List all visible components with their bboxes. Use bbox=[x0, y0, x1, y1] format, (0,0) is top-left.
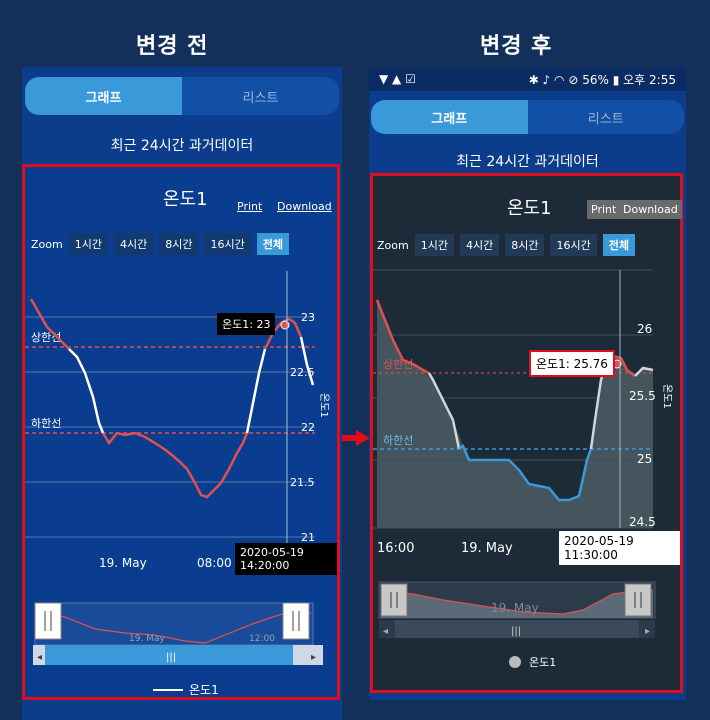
ampm-text: 오후 bbox=[623, 72, 646, 87]
tab-list[interactable]: 리스트 bbox=[527, 100, 684, 134]
scroll-right-icon[interactable]: ▸ bbox=[645, 626, 650, 637]
view-tabs: 그래프 리스트 bbox=[371, 100, 684, 134]
before-chart-svg: 상한선 하한선 23 22.5 22 21.5 21 온도1 19. May 0… bbox=[25, 271, 330, 665]
scroll-left-icon[interactable]: ◂ bbox=[383, 626, 388, 637]
after-value-tooltip: 온도1: 25.76 bbox=[529, 350, 615, 377]
view-tabs: 그래프 리스트 bbox=[25, 77, 339, 115]
navigator-right-handle[interactable] bbox=[624, 583, 652, 617]
zoom-bar: Zoom 1시간 4시간 8시간 16시간 전체 bbox=[377, 234, 635, 256]
series-area bbox=[377, 300, 653, 528]
y-tick: 26 bbox=[637, 322, 652, 336]
y-tick: 25.5 bbox=[629, 389, 656, 403]
battery-icon: ▮ bbox=[612, 72, 620, 87]
zoom-1h-button[interactable]: 1시간 bbox=[68, 233, 108, 255]
scroll-right-icon[interactable]: ▸ bbox=[311, 652, 316, 663]
zoom-16h-button[interactable]: 16시간 bbox=[550, 234, 597, 256]
zoom-bar: Zoom 1시간 4시간 8시간 16시간 전체 bbox=[31, 233, 289, 255]
tab-list[interactable]: 리스트 bbox=[182, 77, 339, 115]
notification-icons: ▼ ▲ ☑ bbox=[379, 72, 416, 86]
scroll-left-icon[interactable]: ◂ bbox=[37, 652, 42, 663]
legend-label: 온도1 bbox=[529, 656, 557, 669]
series-normal-1 bbox=[68, 348, 105, 434]
zoom-4h-button[interactable]: 4시간 bbox=[113, 233, 154, 255]
after-legend[interactable]: 온도1 bbox=[509, 654, 556, 670]
status-right: ✱ ♪ ◠ ⊘ 56% ▮ 오후 2:55 bbox=[529, 71, 676, 88]
before-value-tooltip: 온도1: 23 bbox=[217, 313, 276, 335]
legend-line-icon bbox=[153, 688, 183, 691]
legend-dot-icon bbox=[509, 656, 521, 668]
navigator-left-handle[interactable] bbox=[34, 602, 62, 640]
tab-graph[interactable]: 그래프 bbox=[25, 77, 182, 115]
status-bar: ▼ ▲ ☑ ✱ ♪ ◠ ⊘ 56% ▮ 오후 2:55 bbox=[369, 67, 686, 91]
after-time-tooltip: 2020-05-19 11:30:00 bbox=[559, 531, 680, 565]
zoom-all-button[interactable]: 전체 bbox=[256, 233, 289, 255]
x-tick: 08:00 bbox=[197, 556, 232, 570]
scrollbar-grip-icon: ||| bbox=[511, 626, 521, 637]
download-link[interactable]: Download bbox=[277, 200, 332, 213]
download-button[interactable]: Download bbox=[619, 200, 682, 219]
scrollbar-grip-icon: ||| bbox=[166, 652, 176, 663]
zoom-1h-button[interactable]: 1시간 bbox=[414, 234, 454, 256]
x-tick: 19. May bbox=[461, 541, 513, 556]
before-time-tooltip: 2020-05-19 14:20:00 bbox=[235, 543, 337, 575]
navigator-left-handle[interactable] bbox=[380, 583, 408, 617]
after-chart-panel: 온도1 Print Download Zoom 1시간 4시간 8시간 16시간… bbox=[370, 173, 683, 693]
x-tick: 16:00 bbox=[377, 541, 414, 556]
arrow-right-icon bbox=[342, 430, 370, 446]
chart-title: 온도1 bbox=[163, 189, 208, 210]
x-tick: 19. May bbox=[99, 556, 147, 570]
battery-text: 56% bbox=[582, 72, 609, 87]
upper-limit-label: 상한선 bbox=[383, 358, 413, 371]
lower-limit-label: 하한선 bbox=[31, 416, 61, 430]
y-axis-title: 온도1 bbox=[318, 393, 330, 418]
lower-limit-label: 하한선 bbox=[383, 433, 413, 447]
y-tick: 24.5 bbox=[629, 515, 656, 529]
legend-label: 온도1 bbox=[189, 683, 219, 697]
navigator-label: 19. May bbox=[491, 601, 539, 615]
y-tick: 22.5 bbox=[290, 366, 315, 379]
print-button[interactable]: Print bbox=[587, 200, 621, 219]
series-below-limit bbox=[101, 431, 249, 499]
page-subtitle: 최근 24시간 과거데이터 bbox=[110, 138, 254, 154]
print-link[interactable]: Print bbox=[237, 200, 262, 213]
zoom-label: Zoom bbox=[377, 238, 409, 252]
y-tick: 21.5 bbox=[290, 476, 315, 489]
clock-text: 2:55 bbox=[649, 72, 676, 87]
after-chart-svg: 상한선 하한선 26 25.5 25 24.5 온도1 16:00 19. Ma… bbox=[373, 269, 673, 638]
status-icons: ✱ ♪ ◠ ⊘ bbox=[528, 72, 583, 87]
before-heading: 변경 전 bbox=[136, 34, 209, 59]
zoom-all-button[interactable]: 전체 bbox=[602, 234, 635, 256]
y-axis-title: 온도1 bbox=[661, 384, 673, 409]
zoom-8h-button[interactable]: 8시간 bbox=[159, 233, 199, 255]
navigator-label: 19. May bbox=[129, 634, 165, 644]
before-legend[interactable]: 온도1 bbox=[153, 681, 219, 698]
zoom-label: Zoom bbox=[31, 237, 63, 251]
tab-graph[interactable]: 그래프 bbox=[371, 100, 528, 134]
series-normal-2 bbox=[245, 348, 267, 434]
zoom-16h-button[interactable]: 16시간 bbox=[204, 233, 251, 255]
navigator-right-handle[interactable] bbox=[282, 602, 310, 640]
after-heading: 변경 후 bbox=[480, 34, 553, 59]
page-subtitle: 최근 24시간 과거데이터 bbox=[456, 154, 599, 170]
hover-point bbox=[280, 320, 290, 330]
y-tick: 23 bbox=[301, 311, 315, 324]
y-tick: 25 bbox=[637, 452, 652, 466]
navigator-label: 12:00 bbox=[249, 634, 275, 644]
before-chart-panel: 온도1 Print Download Zoom 1시간 4시간 8시간 16시간… bbox=[22, 164, 340, 700]
zoom-8h-button[interactable]: 8시간 bbox=[505, 234, 545, 256]
chart-title: 온도1 bbox=[507, 198, 552, 219]
y-tick: 22 bbox=[301, 421, 315, 434]
zoom-4h-button[interactable]: 4시간 bbox=[459, 234, 500, 256]
